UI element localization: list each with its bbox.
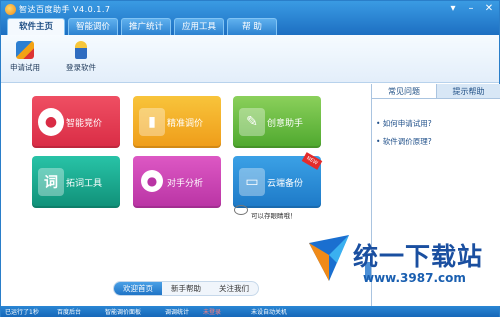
window-title: 智达百度助手 V4.0.1.7 <box>19 5 111 14</box>
faq-list: • 如何申请试用? • 软件调价原理? <box>372 99 500 147</box>
tile-label: 精准调价 <box>167 118 204 129</box>
login-label: 登录软件 <box>66 63 96 72</box>
magnifier-icon: ● <box>141 170 163 192</box>
app-logo-icon <box>5 4 16 15</box>
tile-competitor-analysis[interactable]: ● 对手分析 <box>133 156 221 208</box>
tab-home[interactable]: 软件主页 <box>7 18 65 35</box>
tab-help[interactable]: 帮 助 <box>227 18 277 35</box>
new-badge: NEW <box>301 152 323 170</box>
tile-smart-bidding[interactable]: ● 智能竞价 <box>32 96 120 148</box>
tile-label: 云端备份 <box>267 178 304 189</box>
tile-creative-assistant[interactable]: ✎ 创意助手 <box>233 96 321 148</box>
site-watermark: 统一下载站 www.3987.com <box>299 229 499 299</box>
tile-label: 智能竞价 <box>66 118 103 129</box>
status-run-time: 已运行了1秒 <box>5 309 39 316</box>
status-baidu-backend[interactable]: 百度后台 <box>57 307 81 316</box>
menu-dropdown-icon[interactable]: ▾ <box>447 3 459 15</box>
paint-brush-icon: ✎ <box>239 108 265 136</box>
tile-label: 创意助手 <box>267 118 304 129</box>
pager-welcome[interactable]: 欢迎首页 <box>114 282 162 295</box>
tile-precise-pricing[interactable]: ▮ 精准调价 <box>133 96 221 148</box>
pager-newbie-help[interactable]: 新手帮助 <box>162 282 210 295</box>
folder-icon: ▭ <box>239 168 265 196</box>
status-bar: 已运行了1秒 百度后台 智能调价面板 调调统计 未登录 未设自动关机 <box>1 306 499 317</box>
tab-smart-pricing[interactable]: 智能调价 <box>68 18 118 35</box>
eye-care-note[interactable]: 可以存眼睛哦！ <box>251 210 297 220</box>
status-login[interactable]: 未登录 <box>203 307 221 316</box>
window-controls: ▾ – ✕ <box>447 3 495 15</box>
login-button[interactable]: 登录软件 <box>61 41 101 73</box>
watermark-url: www.3987.com <box>363 271 466 285</box>
tile-label: 对手分析 <box>167 178 204 189</box>
tile-label: 拓词工具 <box>66 178 103 189</box>
head-icon: ● <box>38 108 64 136</box>
side-tabs: 常见问题 提示帮助 <box>372 84 500 99</box>
word-icon: 词 <box>38 168 64 196</box>
faq-link-apply-trial[interactable]: • 如何申请试用? <box>376 118 500 129</box>
apply-trial-button[interactable]: 申请试用 <box>5 41 45 73</box>
tab-tools[interactable]: 应用工具 <box>174 18 224 35</box>
status-auto-shutdown[interactable]: 未设自动关机 <box>251 307 287 316</box>
eye-icon <box>234 205 248 215</box>
tab-promotion-stats[interactable]: 推广统计 <box>121 18 171 35</box>
toolbar: 申请试用 登录软件 <box>1 35 499 83</box>
status-pricing-panel[interactable]: 智能调价面板 <box>105 307 141 316</box>
apply-icon <box>16 41 34 59</box>
apply-trial-label: 申请试用 <box>10 63 40 72</box>
minimize-icon[interactable]: – <box>465 3 477 15</box>
main-tabs: 软件主页 智能调价 推广统计 应用工具 帮 助 <box>7 18 277 35</box>
price-box-icon: ▮ <box>139 108 165 136</box>
faq-link-pricing-principle[interactable]: • 软件调价原理? <box>376 136 500 147</box>
tile-cloud-backup[interactable]: ▭ 云端备份 NEW <box>233 152 323 208</box>
pager-follow-us[interactable]: 关注我们 <box>210 282 258 295</box>
page-switcher: 欢迎首页 新手帮助 关注我们 <box>113 281 259 296</box>
login-icon <box>75 41 87 59</box>
status-stats[interactable]: 调调统计 <box>165 307 189 316</box>
tile-keyword-tool[interactable]: 词 拓词工具 <box>32 156 120 208</box>
side-tab-faq[interactable]: 常见问题 <box>372 84 436 99</box>
watermark-logo-icon <box>309 235 349 281</box>
title-bar: 智达百度助手 V4.0.1.7 ▾ – ✕ 软件主页 智能调价 推广统计 应用工… <box>1 1 499 35</box>
app-window: 智达百度助手 V4.0.1.7 ▾ – ✕ 软件主页 智能调价 推广统计 应用工… <box>0 0 500 317</box>
close-icon[interactable]: ✕ <box>483 3 495 15</box>
watermark-title: 统一下载站 <box>353 242 484 271</box>
side-tab-tips[interactable]: 提示帮助 <box>436 84 500 99</box>
